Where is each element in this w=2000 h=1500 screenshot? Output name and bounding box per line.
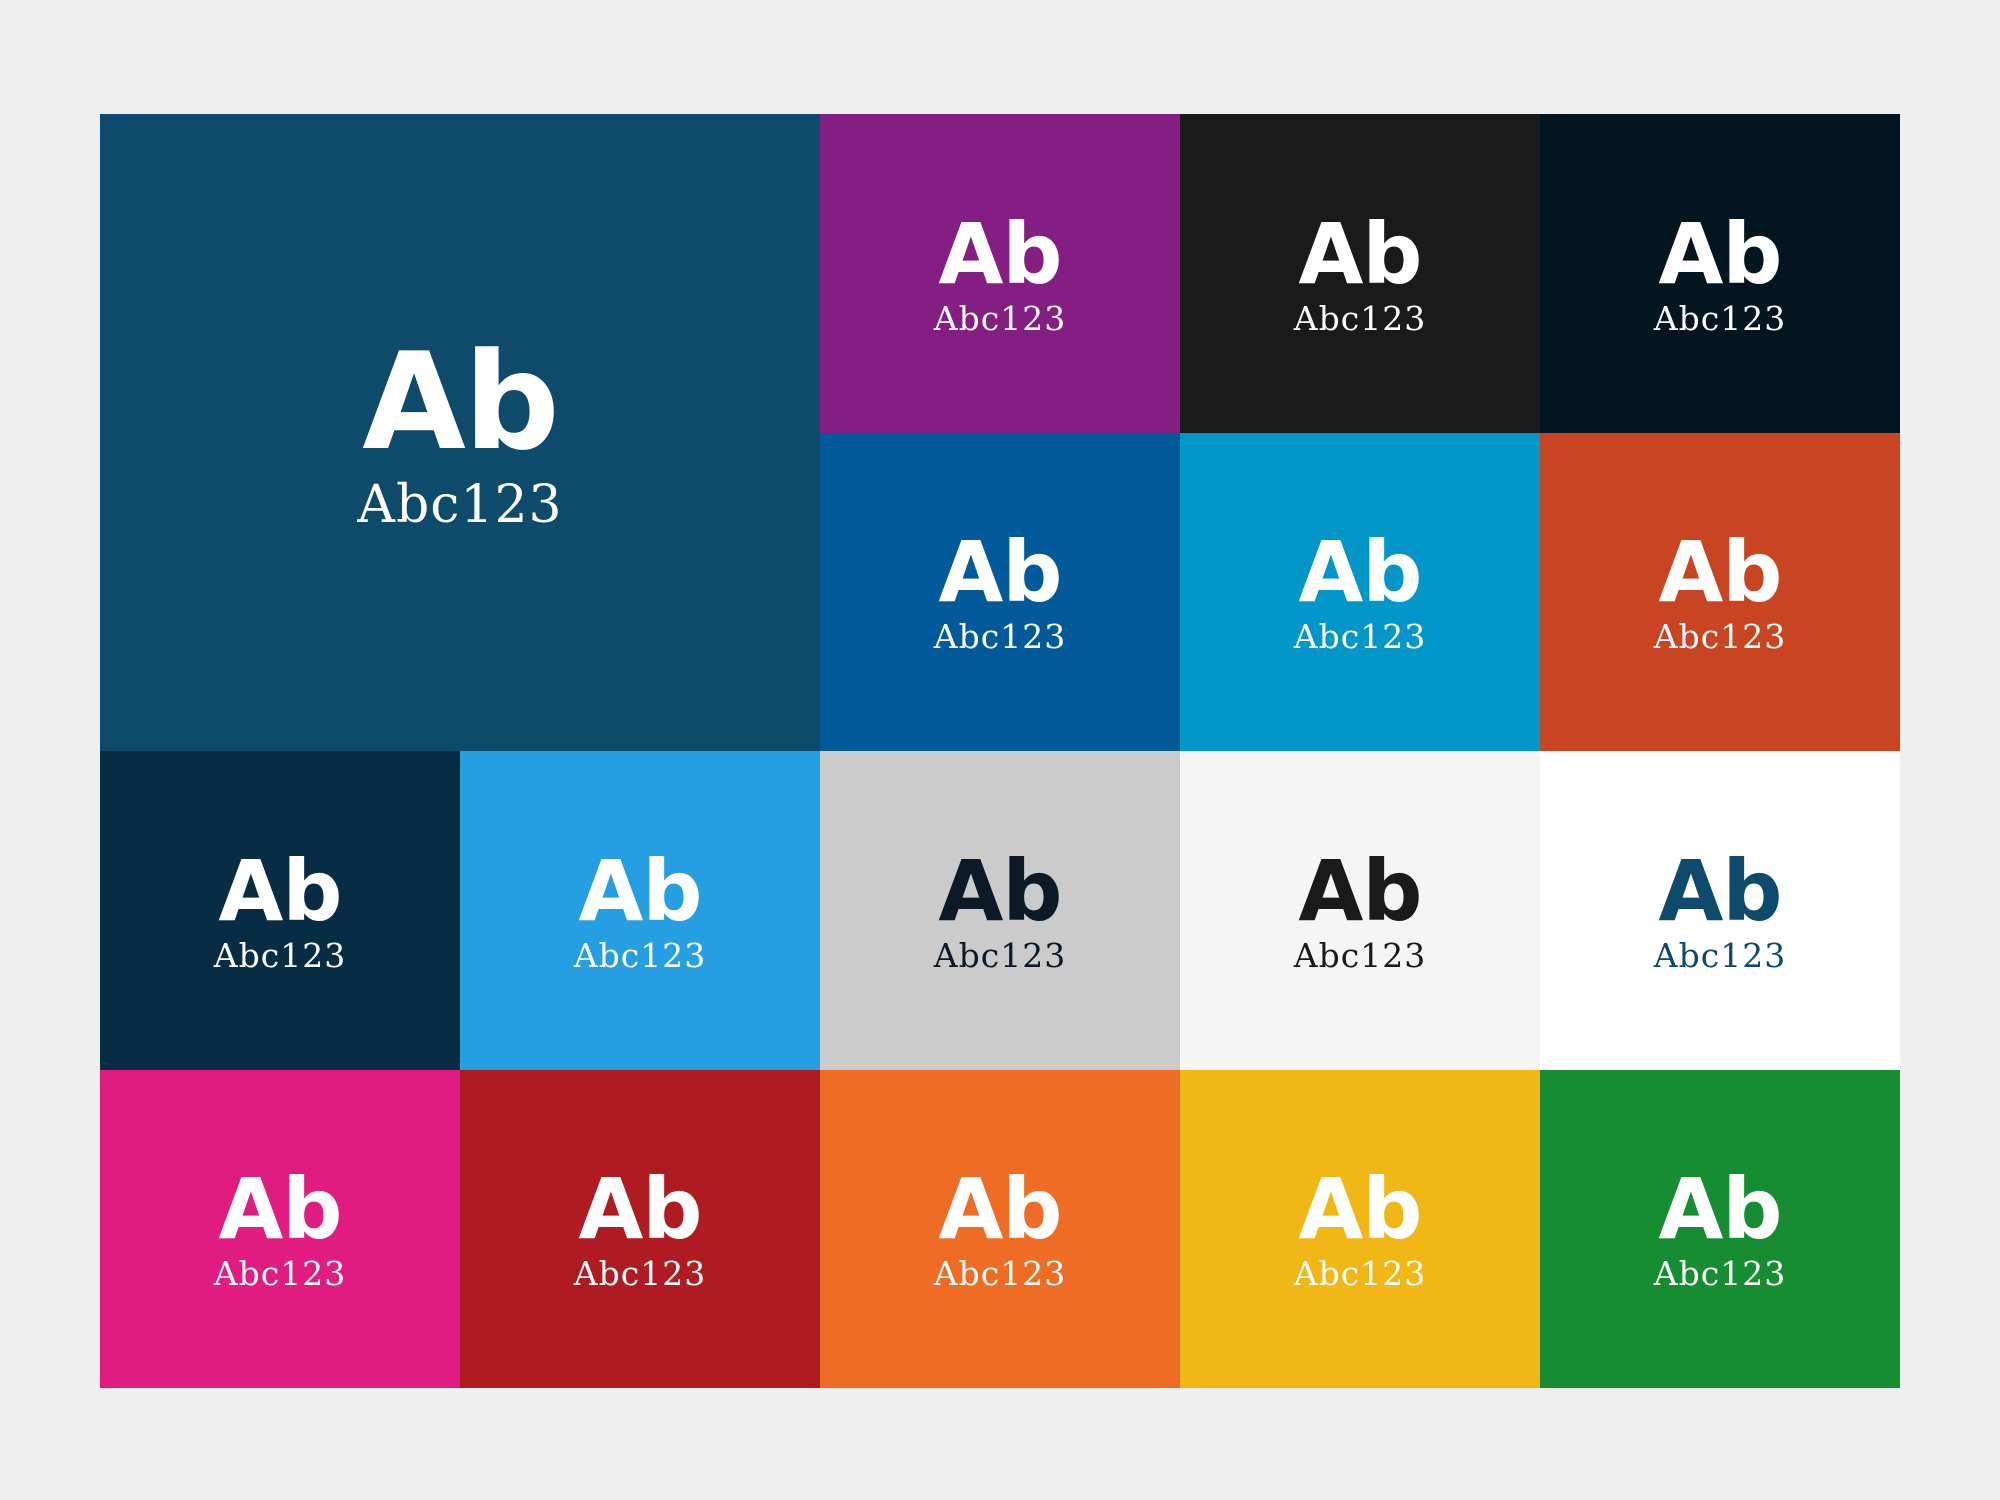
swatch-near-black: Ab Abc123 [1180,114,1540,433]
swatch-crimson: Ab Abc123 [460,1069,820,1388]
swatch-orange: Ab Abc123 [820,1069,1180,1388]
swatch-headline: Ab [1298,841,1422,940]
swatch-headline: Ab [578,841,702,940]
swatch-sample-text: Abc123 [1293,1254,1427,1294]
swatch-deep-blue: Ab Abc123 [100,114,820,751]
swatch-sample-text: Abc123 [1653,935,1787,975]
swatch-off-white: Ab Abc123 [1180,751,1540,1070]
color-typography-grid: Ab Abc123 Ab Abc123 Ab Abc123 Ab Abc123 … [100,114,1900,1388]
swatch-sky: Ab Abc123 [460,751,820,1070]
swatch-headline: Ab [1298,523,1422,622]
swatch-sample-text: Abc123 [1293,935,1427,975]
swatch-sample-text: Abc123 [213,935,347,975]
swatch-headline: Ab [578,1160,702,1259]
swatch-cyan: Ab Abc123 [1180,432,1540,751]
swatch-sample-text: Abc123 [933,298,1067,338]
swatch-sample-text: Abc123 [1293,617,1427,657]
swatch-headline: Ab [1658,204,1782,303]
swatch-sample-text: Abc123 [933,617,1067,657]
swatch-magenta: Ab Abc123 [100,1069,460,1388]
swatch-midnight: Ab Abc123 [1540,114,1900,433]
swatch-sample-text: Abc123 [933,935,1067,975]
swatch-headline: Ab [938,204,1062,303]
swatch-purple: Ab Abc123 [820,114,1180,433]
swatch-sample-text: Abc123 [1293,298,1427,338]
swatch-headline: Ab [1658,523,1782,622]
swatch-sample-text: Abc123 [357,474,563,535]
swatch-headline: Ab [218,841,342,940]
swatch-headline: Ab [938,1160,1062,1259]
swatch-sample-text: Abc123 [1653,617,1787,657]
swatch-headline: Ab [1298,1160,1422,1259]
swatch-headline: Ab [938,841,1062,940]
swatch-sample-text: Abc123 [1653,298,1787,338]
swatch-white: Ab Abc123 [1540,751,1900,1070]
swatch-headline: Ab [218,1160,342,1259]
swatch-rust: Ab Abc123 [1540,432,1900,751]
swatch-sample-text: Abc123 [573,1254,707,1294]
swatch-headline: Ab [1298,204,1422,303]
swatch-headline: Ab [938,523,1062,622]
swatch-sample-text: Abc123 [1653,1254,1787,1294]
swatch-headline: Ab [1658,1160,1782,1259]
swatch-sample-text: Abc123 [573,935,707,975]
swatch-cobalt: Ab Abc123 [820,432,1180,751]
swatch-navy: Ab Abc123 [100,751,460,1070]
swatch-light-grey: Ab Abc123 [820,751,1180,1070]
swatch-headline: Ab [1658,841,1782,940]
swatch-sample-text: Abc123 [213,1254,347,1294]
swatch-yellow: Ab Abc123 [1180,1069,1540,1388]
swatch-headline: Ab [362,323,560,480]
swatch-sample-text: Abc123 [933,1254,1067,1294]
swatch-green: Ab Abc123 [1540,1069,1900,1388]
